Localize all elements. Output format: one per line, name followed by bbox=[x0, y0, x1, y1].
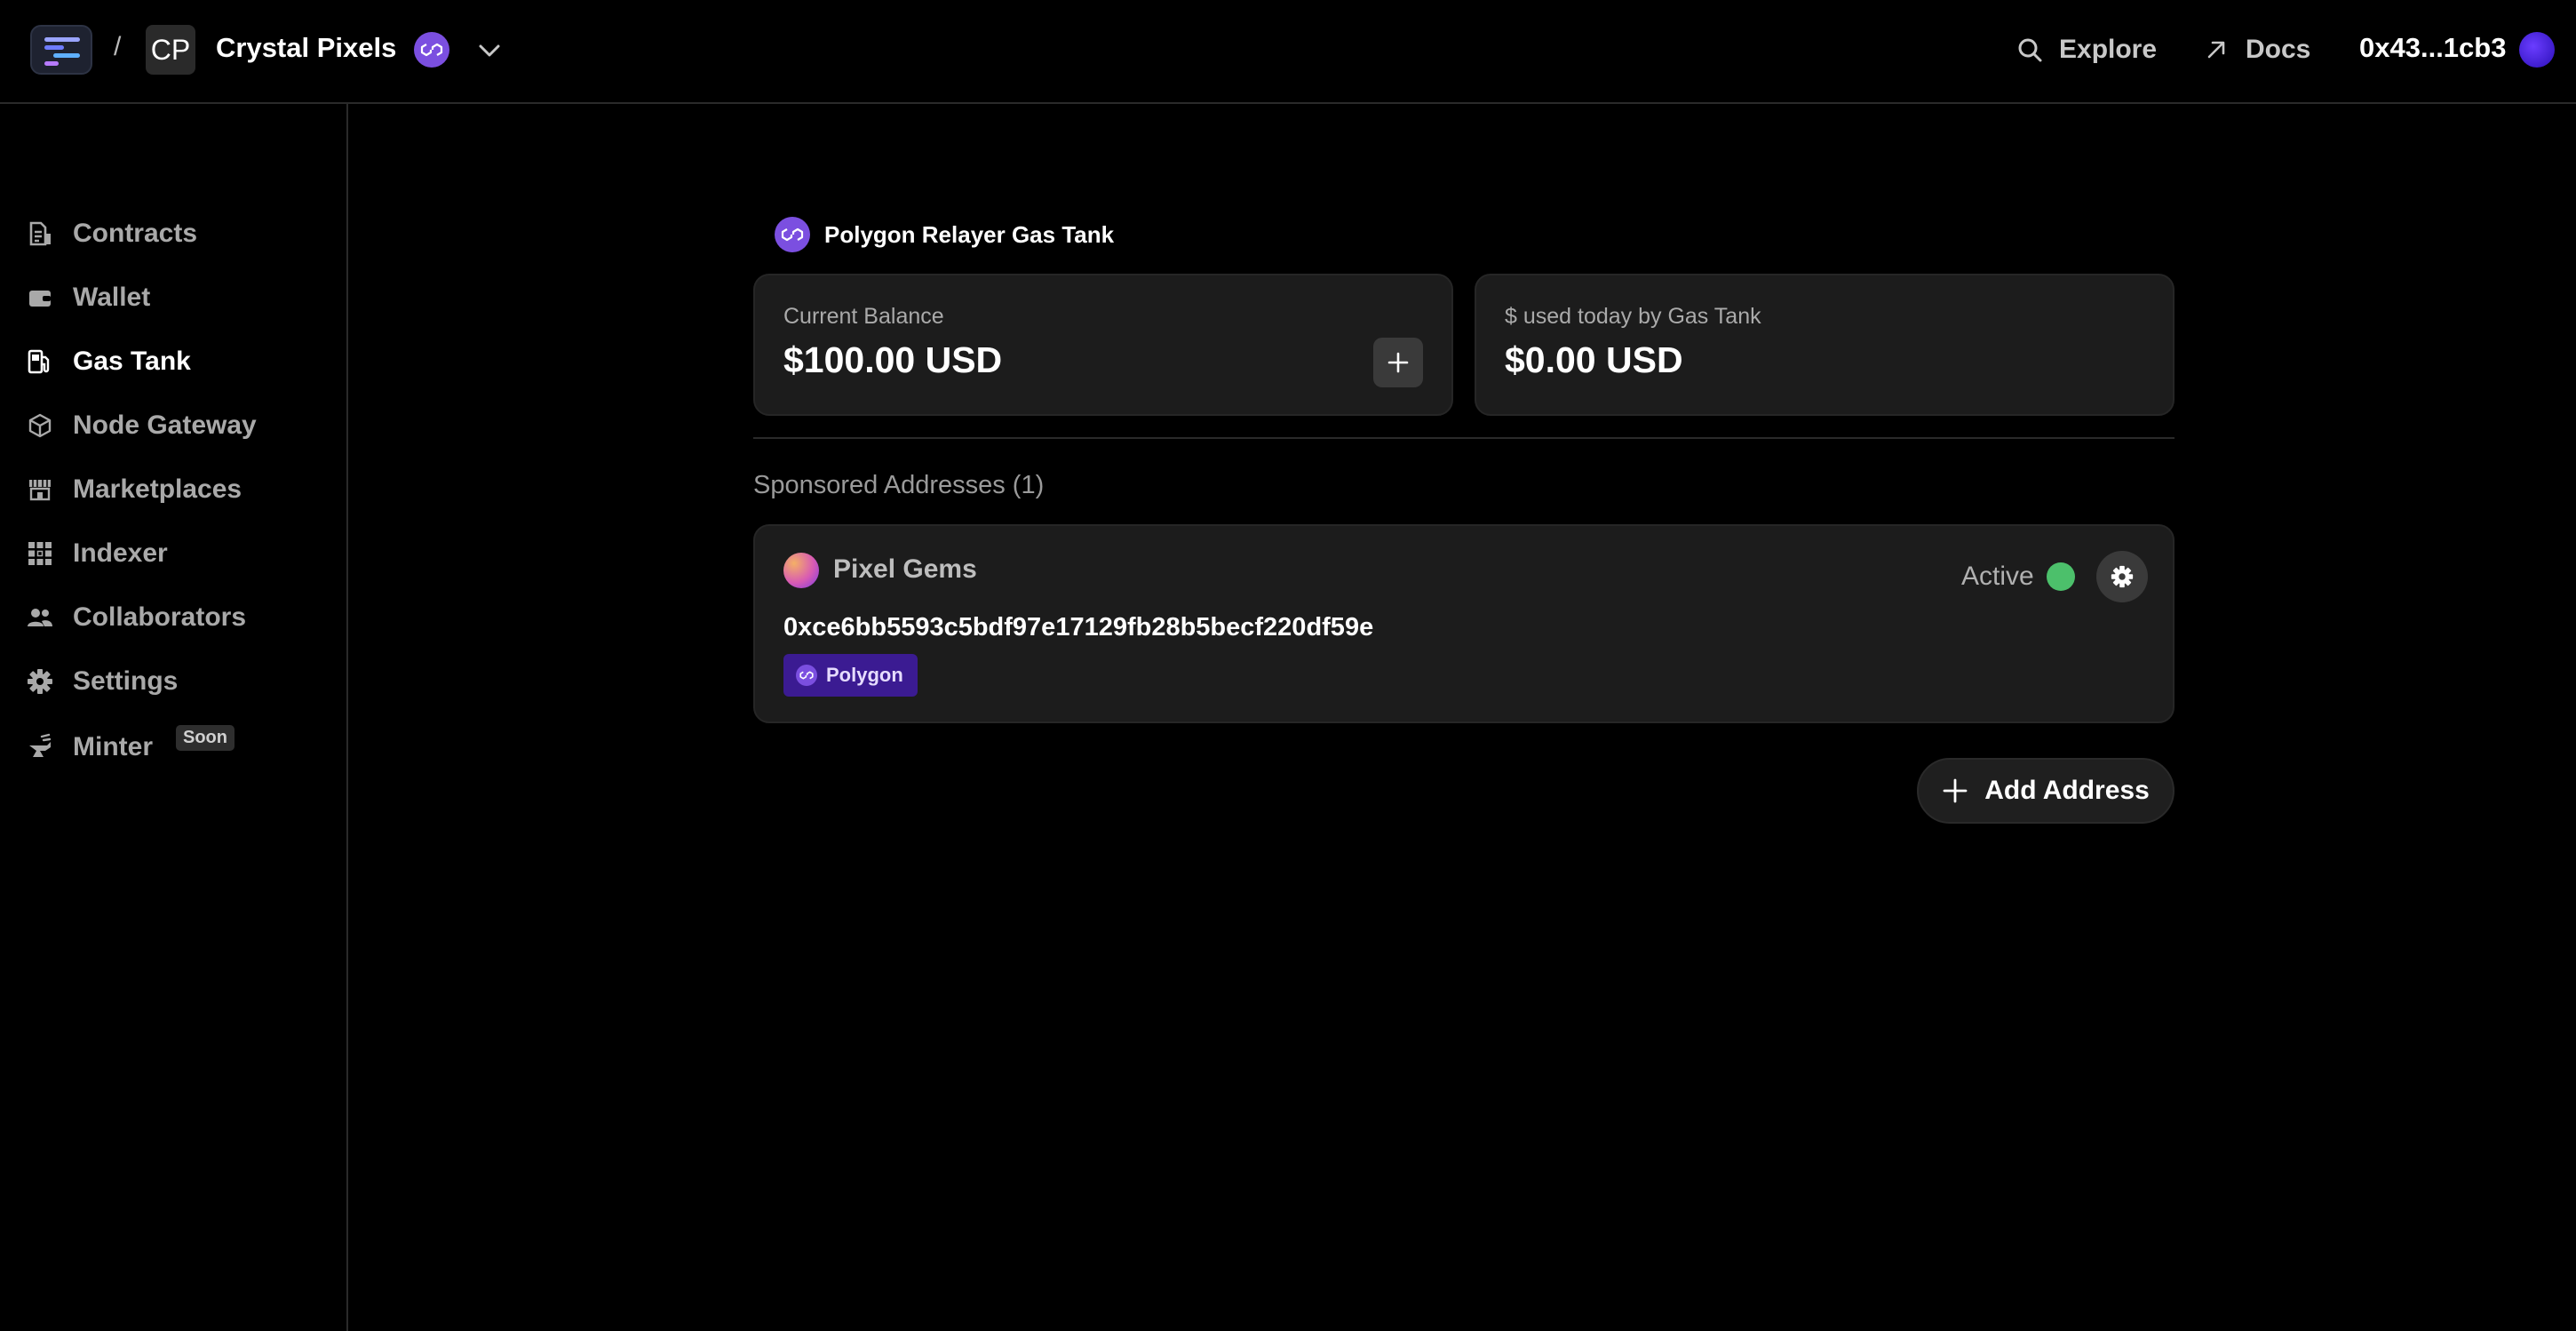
sidebar-item-node-gateway[interactable]: Node Gateway bbox=[25, 404, 257, 447]
plus-icon bbox=[1387, 352, 1409, 373]
gas-tank-title: Polygon Relayer Gas Tank bbox=[775, 217, 1114, 252]
chevron-down-icon[interactable] bbox=[474, 36, 505, 66]
usage-today-value: $0.00 USD bbox=[1505, 339, 1683, 380]
usage-today-card: $ used today by Gas Tank $0.00 USD bbox=[1475, 274, 2174, 416]
storefront-icon bbox=[25, 474, 55, 505]
sponsored-addresses-heading: Sponsored Addresses (1) bbox=[753, 471, 1045, 499]
gear-icon bbox=[2111, 565, 2134, 588]
gas-pump-icon bbox=[25, 347, 55, 377]
wallet-icon bbox=[25, 283, 55, 313]
sidebar-item-label: Indexer bbox=[73, 538, 168, 568]
grid-icon bbox=[25, 538, 55, 569]
gear-icon bbox=[25, 666, 55, 697]
soon-badge: Soon bbox=[176, 724, 235, 751]
explore-label: Explore bbox=[2059, 35, 2158, 64]
users-icon bbox=[25, 602, 55, 633]
polygon-network-icon bbox=[796, 665, 817, 686]
address-name: Pixel Gems bbox=[833, 554, 977, 584]
sequence-logo-icon[interactable] bbox=[30, 25, 92, 75]
top-header: / CP Crystal Pixels Explore Docs 0x43...… bbox=[0, 0, 2576, 104]
address-status: Active bbox=[1961, 562, 2075, 592]
sidebar-item-contracts[interactable]: Contracts bbox=[25, 212, 197, 255]
address-avatar bbox=[783, 553, 819, 588]
status-label: Active bbox=[1961, 562, 2034, 591]
plus-icon bbox=[1943, 778, 1968, 803]
usage-today-label: $ used today by Gas Tank bbox=[1505, 304, 1761, 329]
current-balance-card: Current Balance $100.00 USD bbox=[753, 274, 1453, 416]
breadcrumb-separator: / bbox=[114, 32, 122, 61]
docs-link[interactable]: Docs bbox=[2205, 32, 2310, 68]
current-balance-value: $100.00 USD bbox=[783, 339, 1003, 380]
chain-tag: Polygon bbox=[783, 654, 918, 697]
docs-label: Docs bbox=[2246, 35, 2311, 64]
sidebar-item-label: Wallet bbox=[73, 283, 151, 312]
gas-tank-title-text: Polygon Relayer Gas Tank bbox=[824, 220, 1115, 248]
sidebar-item-minter[interactable]: Minter Soon bbox=[25, 724, 235, 769]
chain-tag-label: Polygon bbox=[826, 664, 903, 686]
address-value: 0xce6bb5593c5bdf97e17129fb28b5becf220df5… bbox=[783, 613, 1374, 642]
sidebar-item-label: Marketplaces bbox=[73, 474, 242, 504]
add-funds-button[interactable] bbox=[1373, 338, 1423, 387]
wallet-address[interactable]: 0x43...1cb3 bbox=[2359, 32, 2506, 64]
contracts-icon bbox=[25, 219, 55, 249]
project-name[interactable]: Crystal Pixels bbox=[216, 32, 396, 64]
sidebar-item-marketplaces[interactable]: Marketplaces bbox=[25, 468, 242, 511]
explore-link[interactable]: Explore bbox=[2016, 32, 2157, 68]
sidebar-item-label: Minter bbox=[73, 732, 153, 761]
add-address-label: Add Address bbox=[1984, 776, 2150, 805]
sponsored-address-card: Pixel Gems 0xce6bb5593c5bdf97e17129fb28b… bbox=[753, 524, 2174, 723]
section-divider bbox=[753, 437, 2174, 439]
sidebar: Contracts Wallet Gas Tank Node Gateway M… bbox=[0, 104, 348, 1331]
sidebar-item-label: Gas Tank bbox=[73, 347, 191, 376]
current-balance-label: Current Balance bbox=[783, 304, 944, 329]
arrow-up-right-icon bbox=[2207, 41, 2225, 59]
polygon-network-icon bbox=[775, 217, 810, 252]
polygon-network-icon bbox=[414, 32, 449, 68]
sidebar-item-wallet[interactable]: Wallet bbox=[25, 276, 150, 319]
add-address-button[interactable]: Add Address bbox=[1917, 758, 2174, 824]
sidebar-item-indexer[interactable]: Indexer bbox=[25, 532, 168, 575]
search-icon bbox=[2018, 38, 2042, 62]
sidebar-item-label: Settings bbox=[73, 666, 179, 696]
wallet-avatar[interactable] bbox=[2519, 32, 2555, 68]
anvil-icon bbox=[25, 732, 55, 762]
sidebar-item-collaborators[interactable]: Collaborators bbox=[25, 596, 246, 639]
sidebar-item-label: Collaborators bbox=[73, 602, 247, 632]
sidebar-item-label: Node Gateway bbox=[73, 410, 257, 440]
sidebar-item-gas-tank[interactable]: Gas Tank bbox=[25, 340, 191, 383]
address-settings-button[interactable] bbox=[2096, 551, 2148, 602]
sidebar-item-label: Contracts bbox=[73, 219, 198, 248]
project-avatar[interactable]: CP bbox=[146, 25, 195, 75]
sidebar-item-settings[interactable]: Settings bbox=[25, 660, 178, 703]
cube-icon bbox=[25, 410, 55, 441]
status-dot bbox=[2046, 562, 2075, 591]
